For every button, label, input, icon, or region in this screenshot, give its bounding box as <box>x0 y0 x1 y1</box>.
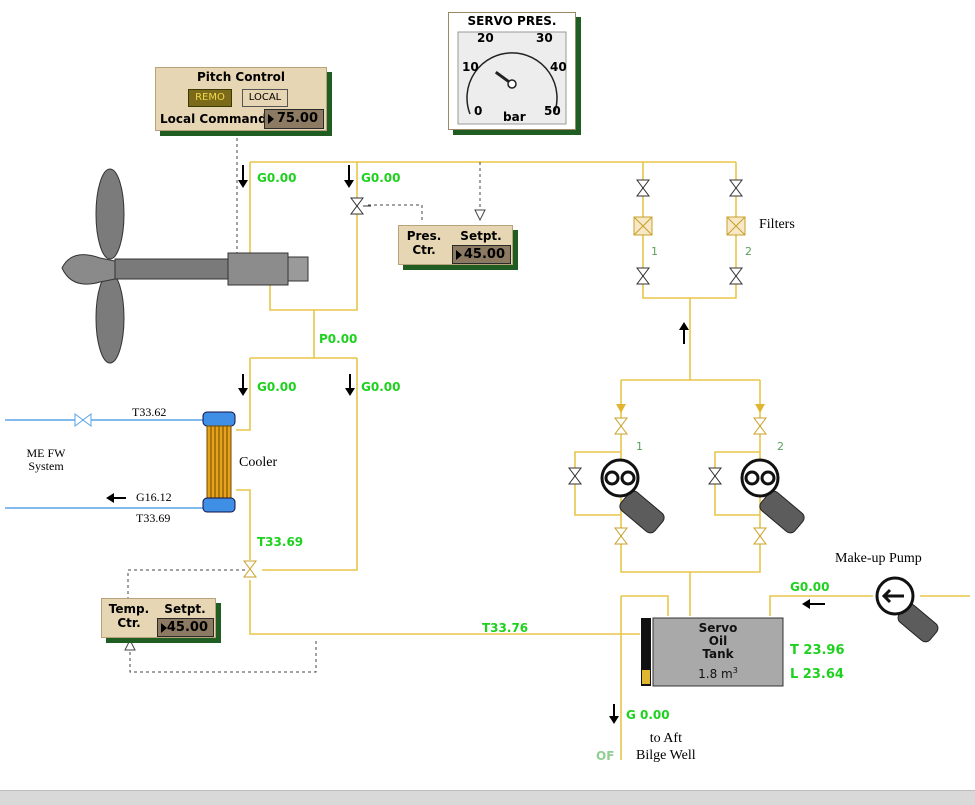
tank-label: Servo Oil Tank 1.8 m3 <box>653 622 783 681</box>
flow-value-makeup: G0.00 <box>790 580 830 594</box>
filter-2-number: 2 <box>745 245 752 258</box>
makeup-pump-label: Make-up Pump <box>835 551 922 566</box>
oil-piping <box>236 161 970 760</box>
pump-1-number: 1 <box>636 440 643 453</box>
filter-1-number: 1 <box>651 245 658 258</box>
fw-inlet-temp: T33.62 <box>132 405 167 419</box>
local-command-input[interactable]: 75.00 <box>264 109 324 129</box>
fw-outlet-temp: T33.69 <box>136 511 171 525</box>
gauge-title: SERVO PRES. <box>467 14 557 28</box>
temp-setpoint-value: 45.00 <box>166 620 208 635</box>
gauge-tick-40: 40 <box>550 60 567 74</box>
gauge-tick-0: 0 <box>474 104 483 118</box>
local-command-label: Local Command <box>160 112 267 126</box>
aft-bilge-label: to Aft Bilge Well <box>636 730 696 764</box>
pres-setpoint-input[interactable]: 45.00 <box>452 245 511 264</box>
tank-temperature: T 23.96 <box>790 643 845 658</box>
pres-ctr-label-1: Pres. <box>406 229 442 243</box>
pitch-control-panel: Pitch Control REMO LOCAL Local Command 7… <box>155 67 327 131</box>
flow-value-top-mid: G0.00 <box>361 171 401 185</box>
flow-value-right-lower: G0.00 <box>361 380 401 394</box>
aft-bilge-label-1: to Aft <box>649 731 682 746</box>
pres-ctr-label-2: Ctr. <box>412 243 436 257</box>
pressure-controller-panel: Pres. Ctr. Setpt. 45.00 <box>398 225 513 265</box>
flow-value-drain: G 0.00 <box>626 708 670 722</box>
flow-value-left-lower: G0.00 <box>257 380 297 394</box>
value-arrow-icon <box>456 250 462 260</box>
filters-label: Filters <box>759 217 795 232</box>
cooler-icon <box>202 411 236 513</box>
bottom-status-bar <box>0 790 975 805</box>
signal-lines <box>127 132 481 673</box>
value-arrow-icon <box>161 623 167 633</box>
gauge-tick-50: 50 <box>544 104 561 118</box>
propeller-icon <box>61 168 309 364</box>
temp-ctr-label-2: Ctr. <box>117 616 141 630</box>
gauge-unit: bar <box>503 110 526 124</box>
tank-level: L 23.64 <box>790 667 844 682</box>
remote-button[interactable]: REMO <box>188 89 232 107</box>
overflow-label: OF <box>596 749 615 763</box>
temp-value-cooler-out: T33.69 <box>257 535 304 549</box>
aft-bilge-label-2: Bilge Well <box>636 748 696 763</box>
fw-outlet-flow: G16.12 <box>136 490 172 504</box>
pres-setpoint-value: 45.00 <box>463 247 505 262</box>
pressure-value-mid: P0.00 <box>319 332 358 346</box>
temperature-controller-panel: Temp. Ctr. Setpt. 45.00 <box>101 598 216 638</box>
pres-setpt-label: Setpt. <box>460 229 502 243</box>
value-arrow-icon <box>268 114 274 124</box>
temp-value-return: T33.76 <box>482 621 529 635</box>
tank-volume-sup: 3 <box>732 666 738 675</box>
gauge-tick-20: 20 <box>477 31 494 45</box>
local-command-value: 75.00 <box>276 111 318 126</box>
flow-value-top-left: G0.00 <box>257 171 297 185</box>
tank-label-3: Tank <box>702 647 734 661</box>
me-fw-label-2: System <box>28 459 64 473</box>
gauge-tick-10: 10 <box>462 60 479 74</box>
temp-setpt-label: Setpt. <box>164 602 206 616</box>
gauge-tick-30: 30 <box>536 31 553 45</box>
filter-icons <box>633 216 746 236</box>
check-valve-icons <box>616 404 765 413</box>
tank-volume: 1.8 m <box>698 667 733 681</box>
local-button[interactable]: LOCAL <box>242 89 288 107</box>
cooler-label: Cooler <box>239 455 278 470</box>
me-fw-system-label: ME FW System <box>22 447 70 473</box>
pitch-control-title: Pitch Control <box>196 70 286 84</box>
temp-ctr-label-1: Temp. <box>108 602 150 616</box>
pump-2-number: 2 <box>777 440 784 453</box>
temp-setpoint-input[interactable]: 45.00 <box>157 618 214 637</box>
